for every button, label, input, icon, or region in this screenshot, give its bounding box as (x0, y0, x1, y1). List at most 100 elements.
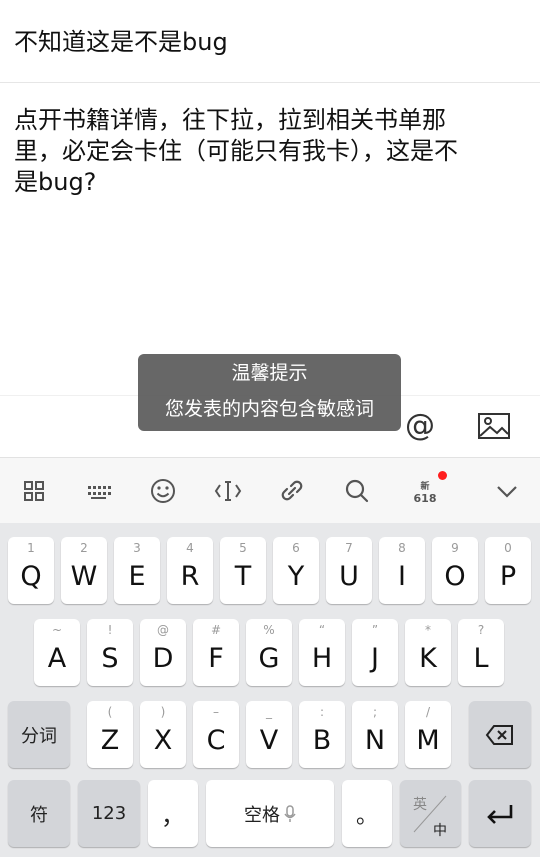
toast-title: 温馨提示 (231, 362, 308, 384)
search-icon[interactable] (340, 474, 374, 508)
key-primary-label: D (152, 643, 174, 674)
key-primary-label: Y (287, 561, 305, 592)
promo-618-icon[interactable]: 新 618 (408, 474, 442, 508)
key-c[interactable]: – C (193, 701, 239, 768)
key-u[interactable]: 7U (326, 537, 372, 604)
grid-icon[interactable] (17, 474, 51, 508)
mention-at-button[interactable]: @ (402, 408, 438, 444)
post-body-field[interactable]: 点开书籍详情，往下拉，拉到相关书单那 里，必定会卡住（可能只有我卡），这是不 是… (0, 83, 540, 395)
key-primary-label: A (47, 643, 67, 674)
toast-message: 您发表的内容包含敏感词 (164, 398, 374, 420)
key-x[interactable]: ) X (140, 701, 186, 768)
keyboard-toolbar: 新 618 (0, 457, 540, 524)
post-body-text: 点开书籍详情，往下拉，拉到相关书单那 里，必定会卡住（可能只有我卡），这是不 是… (14, 106, 458, 196)
key-secondary-label: ; (372, 705, 378, 719)
key-primary-label: I (398, 561, 406, 592)
promo-bottom-text: 618 (414, 492, 437, 505)
key-secondary-label: 2 (80, 541, 88, 555)
key-primary-label: Z (100, 725, 120, 756)
key-primary-label: M (416, 725, 440, 756)
key-primary-label: S (101, 643, 119, 674)
key-primary-label: W (70, 561, 98, 592)
key-secondary-label: ~ (51, 623, 63, 637)
period-key[interactable]: 。 (342, 780, 392, 847)
key-secondary-label: @ (157, 623, 169, 637)
key-w[interactable]: 2W (61, 537, 107, 604)
key-d[interactable]: @ D (140, 619, 186, 686)
key-primary-label: J (371, 643, 379, 674)
key-primary-label: Q (20, 561, 42, 592)
key-primary-label: H (311, 643, 333, 674)
key-z[interactable]: (Z (87, 701, 133, 768)
link-icon[interactable] (275, 474, 309, 508)
emoji-icon[interactable] (146, 474, 180, 508)
key-primary-label: K (419, 643, 437, 674)
enter-key[interactable] (469, 780, 531, 847)
sensitive-word-toast: 温馨提示 您发表的内容包含敏感词 (138, 354, 401, 431)
key-y[interactable]: 6Y (273, 537, 319, 604)
number-key[interactable]: 123 (78, 780, 140, 847)
space-key[interactable]: 空格 (206, 780, 334, 847)
post-title-field[interactable]: 不知道这是不是bug (0, 0, 540, 83)
key-i[interactable]: 8I (379, 537, 425, 604)
soft-keyboard: 1Q2W3E4R5T6Y7U8I9O0P ~ A! S @ D # F% G “H” J * K? L … (0, 523, 540, 857)
key-primary-label: P (499, 561, 517, 592)
key-secondary-label: 7 (345, 541, 353, 555)
key-primary-label: F (208, 643, 224, 674)
key-primary-label: C (206, 725, 226, 756)
key-b[interactable]: :B (299, 701, 345, 768)
key-primary-label: L (473, 643, 489, 674)
key-primary-label: X (153, 725, 173, 756)
backspace-key[interactable] (469, 701, 531, 768)
key-r[interactable]: 4R (167, 537, 213, 604)
key-secondary-label: 4 (186, 541, 194, 555)
symbol-key-label: 符 (30, 804, 48, 826)
comma-key-label: ， (161, 802, 185, 830)
key-secondary-label: : (319, 705, 325, 719)
language-switch-key[interactable]: 英 中 (400, 780, 461, 847)
segment-key[interactable]: 分词 (8, 701, 70, 768)
key-primary-label: T (234, 561, 252, 592)
key-h[interactable]: “H (299, 619, 345, 686)
key-secondary-label: ? (477, 623, 485, 637)
key-a[interactable]: ~ A (34, 619, 80, 686)
keyboard-icon[interactable] (81, 474, 115, 508)
key-q[interactable]: 1Q (8, 537, 54, 604)
backspace-icon (485, 724, 513, 745)
symbol-key[interactable]: 符 (8, 780, 70, 847)
key-secondary-label: 9 (451, 541, 459, 555)
image-icon (478, 413, 510, 439)
key-n[interactable]: ; N (352, 701, 398, 768)
key-v[interactable]: _ V (246, 701, 292, 768)
key-primary-label: U (339, 561, 359, 592)
key-t[interactable]: 5T (220, 537, 266, 604)
comma-key[interactable]: ， (148, 780, 198, 847)
post-title-text: 不知道这是不是bug (14, 28, 228, 56)
key-l[interactable]: ? L (458, 619, 504, 686)
key-p[interactable]: 0P (485, 537, 531, 604)
key-secondary-label: ( (107, 705, 113, 719)
promo-top-text: 新 (420, 480, 429, 492)
key-k[interactable]: * K (405, 619, 451, 686)
key-secondary-label: “ (318, 623, 326, 637)
space-key-label: 空格 (244, 804, 280, 826)
number-key-label: 123 (91, 803, 127, 824)
key-j[interactable]: ” J (352, 619, 398, 686)
key-primary-label: N (364, 725, 386, 756)
key-secondary-label: 6 (292, 541, 300, 555)
key-secondary-label: 5 (239, 541, 247, 555)
key-m[interactable]: / M (405, 701, 451, 768)
key-s[interactable]: ! S (87, 619, 133, 686)
key-secondary-label: _ (266, 705, 272, 719)
collapse-icon[interactable] (490, 474, 524, 508)
key-secondary-label: 0 (504, 541, 512, 555)
insert-image-button[interactable] (476, 408, 512, 444)
period-key-label: 。 (355, 803, 378, 829)
key-f[interactable]: # F (193, 619, 239, 686)
key-e[interactable]: 3E (114, 537, 160, 604)
cursor-icon[interactable] (211, 474, 245, 508)
key-secondary-label: # (210, 623, 222, 637)
key-primary-label: G (258, 643, 280, 674)
key-g[interactable]: % G (246, 619, 292, 686)
key-o[interactable]: 9O (432, 537, 478, 604)
